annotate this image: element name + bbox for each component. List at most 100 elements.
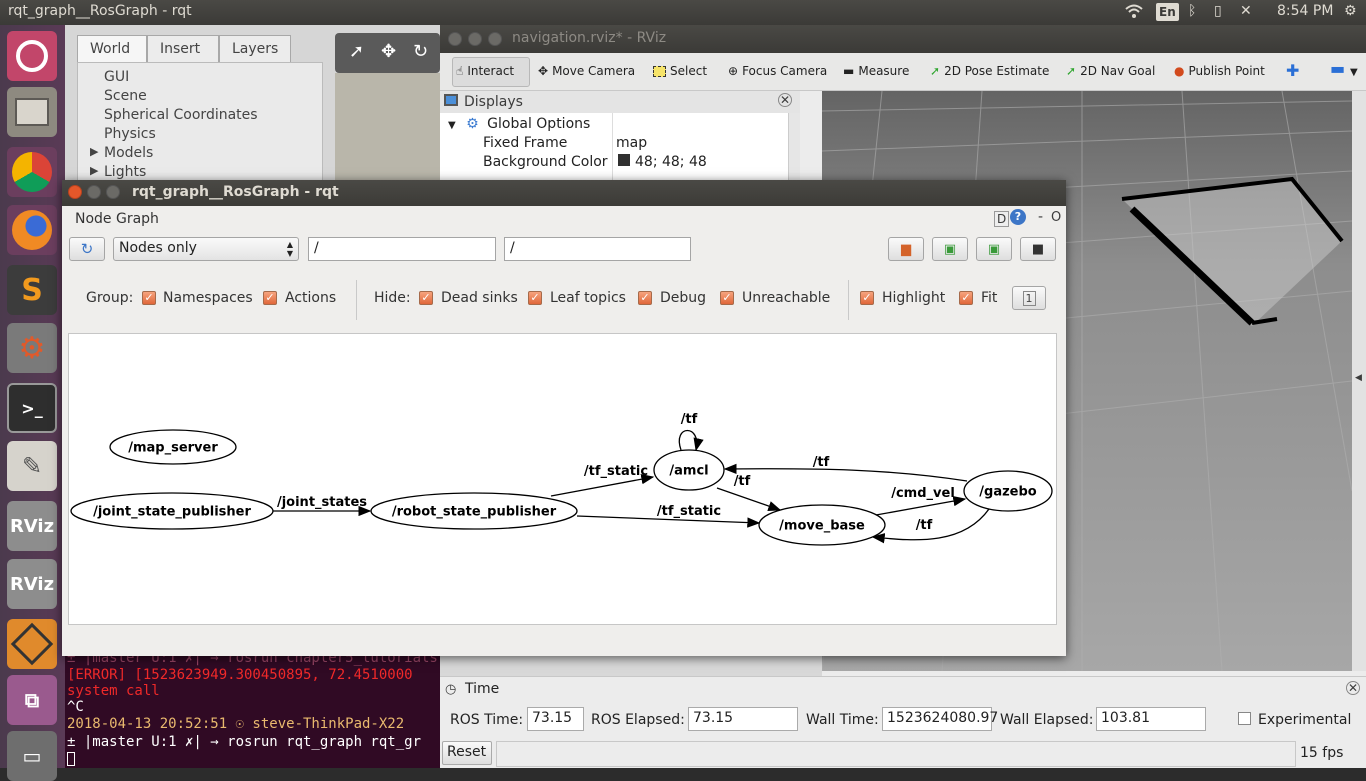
load-dot-button[interactable]: ▆	[888, 237, 924, 261]
panel-close-icon[interactable]: ✕	[1346, 681, 1360, 695]
remove-tool-icon[interactable]: ▬	[1330, 59, 1345, 78]
graph-node-label: /gazebo	[979, 485, 1037, 500]
expand-down-icon[interactable]: ▼	[448, 120, 456, 131]
namespaces-checkbox[interactable]: ✓	[142, 291, 156, 305]
terminal-line: ^C	[67, 699, 84, 715]
nav-goal-button[interactable]: ➚ 2D Nav Goal	[1066, 64, 1155, 78]
pose-estimate-button[interactable]: ➚ 2D Pose Estimate	[930, 64, 1049, 78]
tab-world[interactable]: World	[77, 35, 147, 63]
gazebo-icon[interactable]	[7, 619, 57, 669]
clock[interactable]: 8:54 PM	[1277, 3, 1333, 19]
system-settings-icon[interactable]: ⚙	[7, 323, 57, 373]
expand-arrow-icon[interactable]: ▶	[90, 164, 98, 177]
experimental-checkbox[interactable]	[1238, 712, 1251, 725]
files-icon[interactable]	[7, 87, 57, 137]
maximize-icon[interactable]	[106, 185, 120, 199]
node-graph-canvas[interactable]: /map_server /joint_state_publisher /robo…	[68, 333, 1057, 625]
save-image-button[interactable]: ■	[1020, 237, 1056, 261]
focus-camera-button[interactable]: ⊕ Focus Camera	[728, 64, 827, 78]
sublime-text-icon[interactable]: S	[7, 265, 57, 315]
ubuntu-icon[interactable]	[7, 31, 57, 81]
reset-button[interactable]: Reset	[442, 741, 492, 765]
add-tool-icon[interactable]: ✚	[1286, 61, 1299, 80]
save-svg-button[interactable]: ▣	[976, 237, 1012, 261]
tree-item-spherical-coordinates[interactable]: Spherical Coordinates	[104, 107, 258, 123]
text-editor-icon[interactable]: ✎	[7, 441, 57, 491]
tree-item-physics[interactable]: Physics	[104, 126, 156, 142]
graph-edge[interactable]	[678, 429, 704, 452]
unreachable-checkbox[interactable]: ✓	[720, 291, 734, 305]
rotate-icon[interactable]: ↻	[413, 41, 428, 62]
world-tree: GUI Scene Spherical Coordinates Physics …	[77, 62, 323, 192]
expand-arrow-icon[interactable]: ▶	[90, 145, 98, 158]
tab-insert[interactable]: Insert	[147, 35, 219, 63]
dead-sinks-checkbox[interactable]: ✓	[419, 291, 433, 305]
rviz-icon-2[interactable]: RViz	[7, 559, 57, 609]
leaf-topics-checkbox[interactable]: ✓	[528, 291, 542, 305]
move-camera-button[interactable]: ✥ Move Camera	[538, 64, 635, 78]
namespace-filter-input[interactable]: /	[308, 237, 496, 261]
ros-time-field[interactable]: 73.15	[527, 707, 584, 731]
fit-checkbox[interactable]: ✓	[959, 291, 973, 305]
wall-time-field[interactable]: 1523624080.97	[882, 707, 998, 731]
graph-edge[interactable]	[723, 463, 968, 482]
measure-button[interactable]: ▬ Measure	[843, 64, 909, 78]
column-divider	[612, 113, 613, 181]
firefox-icon[interactable]	[7, 205, 57, 255]
publish-point-button[interactable]: ● Publish Point	[1174, 64, 1265, 78]
tree-item-lights[interactable]: ▶ Lights	[90, 164, 146, 180]
arrow-select-icon[interactable]: ➚	[349, 41, 364, 62]
actions-checkbox[interactable]: ✓	[263, 291, 277, 305]
bluetooth-icon[interactable]: ᛒ	[1188, 3, 1196, 19]
collapse-arrow-icon[interactable]: ◀	[1355, 373, 1362, 383]
background-color-value[interactable]: 48; 48; 48	[618, 154, 707, 170]
minimize-icon[interactable]	[468, 32, 482, 46]
wifi-icon[interactable]	[1125, 3, 1143, 23]
minimize-icon[interactable]	[87, 185, 101, 199]
graph-edge[interactable]	[716, 487, 782, 512]
dock-d-icon[interactable]: D	[994, 211, 1010, 227]
keyboard-layout-indicator[interactable]: En	[1156, 3, 1179, 21]
terminal-icon[interactable]: >_	[7, 383, 57, 433]
close-icon[interactable]	[68, 185, 82, 199]
translate-icon[interactable]: ✥	[381, 41, 396, 62]
minimize-plugin-icon[interactable]: -	[1038, 209, 1043, 225]
right-collapse-handle[interactable]: ◀	[1352, 91, 1366, 671]
graph-edge[interactable]	[550, 474, 655, 497]
tree-item-models[interactable]: ▶ Models	[90, 145, 153, 161]
interact-button[interactable]: ☝ Interact	[456, 64, 514, 78]
rviz-icon[interactable]: RViz	[7, 501, 57, 551]
tree-item-gui[interactable]: GUI	[104, 69, 129, 85]
select-button[interactable]: Select	[653, 64, 707, 78]
terminal-window[interactable]: ± |master U:1 ✗| → rosrun chapter5_tutor…	[65, 648, 440, 768]
refresh-button[interactable]: ↻	[69, 237, 105, 261]
panel-close-icon[interactable]: ✕	[778, 93, 792, 107]
fit-view-button[interactable]: 1	[1012, 286, 1046, 310]
graph-edge[interactable]	[875, 495, 967, 516]
displays-scrollbar[interactable]	[788, 113, 800, 181]
debug-checkbox[interactable]: ✓	[638, 291, 652, 305]
topic-filter-input[interactable]: /	[504, 237, 691, 261]
tab-layers[interactable]: Layers	[219, 35, 291, 63]
close-icon[interactable]	[448, 32, 462, 46]
graph-type-select[interactable]: Nodes only ▲ ▼	[113, 237, 299, 261]
help-icon[interactable]: ?	[1010, 209, 1026, 225]
save-dot-button[interactable]: ▣	[932, 237, 968, 261]
volume-muted-icon[interactable]: ✕	[1240, 3, 1252, 19]
chrome-icon[interactable]	[7, 147, 57, 197]
gazebo-scene[interactable]	[335, 73, 440, 185]
network-icon[interactable]: ⧉	[7, 675, 57, 725]
maximize-icon[interactable]	[488, 32, 502, 46]
settings-gear-icon[interactable]: ⚙	[1344, 3, 1357, 19]
trash-icon[interactable]: ▭	[7, 731, 57, 781]
wall-elapsed-field[interactable]: 103.81	[1096, 707, 1206, 731]
global-options-row[interactable]: ▼ ⚙ Global Options	[448, 116, 590, 132]
fixed-frame-value[interactable]: map	[616, 135, 647, 151]
tree-item-scene[interactable]: Scene	[104, 88, 147, 104]
screen-icon: ■	[1031, 241, 1045, 257]
toolbar-menu-arrow-icon[interactable]: ▼	[1350, 67, 1358, 78]
highlight-checkbox[interactable]: ✓	[860, 291, 874, 305]
ros-elapsed-field[interactable]: 73.15	[688, 707, 798, 731]
close-plugin-icon[interactable]: O	[1051, 210, 1061, 225]
battery-icon[interactable]: ▯	[1214, 3, 1222, 19]
